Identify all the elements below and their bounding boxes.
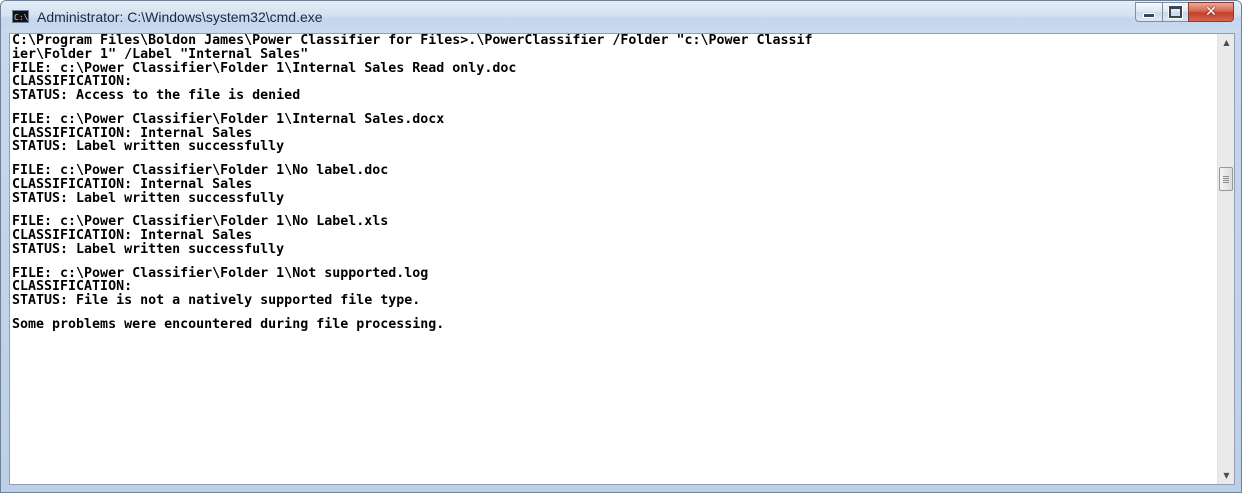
maximize-icon	[1169, 6, 1182, 18]
caption-buttons: ✕	[1135, 2, 1234, 22]
console-line: FILE: c:\Power Classifier\Folder 1\Inter…	[12, 60, 517, 76]
console-line: CLASSIFICATION: Internal Sales	[12, 228, 253, 243]
console-line: STATUS: File is not a natively supported…	[12, 293, 421, 308]
console-line: FILE: c:\Power Classifier\Folder 1\Not s…	[12, 265, 429, 281]
close-icon: ✕	[1205, 4, 1217, 20]
console-line: Some problems were encountered during fi…	[12, 316, 445, 332]
console-line: C:\Program Files\Boldon James\Power Clas…	[12, 34, 813, 48]
console-line: CLASSIFICATION:	[12, 74, 133, 90]
console-line: STATUS: Label written successfully	[12, 139, 285, 155]
scroll-up-arrow-icon[interactable]: ▲	[1218, 34, 1234, 51]
grip-line	[1223, 180, 1229, 181]
cmd-window: C:\. Administrator: C:\Windows\system32\…	[0, 0, 1242, 493]
console-line: CLASSIFICATION: Internal Sales	[12, 176, 253, 192]
grip-line	[1223, 182, 1229, 183]
grip-line	[1223, 178, 1229, 179]
window-title: Administrator: C:\Windows\system32\cmd.e…	[37, 9, 323, 25]
scroll-down-arrow-icon[interactable]: ▼	[1218, 467, 1234, 484]
grip-line	[1223, 176, 1229, 177]
minimize-icon	[1143, 13, 1155, 18]
console-line: ier\Folder 1" /Label "Internal Sales"	[12, 46, 309, 62]
console-output[interactable]: C:\Program Files\Boldon James\Power Clas…	[10, 34, 1216, 484]
console-line: STATUS: Access to the file is denied	[12, 88, 301, 103]
vertical-scrollbar[interactable]: ▲ ▼	[1217, 34, 1234, 484]
scroll-thumb[interactable]	[1219, 167, 1233, 191]
console-line: FILE: c:\Power Classifier\Folder 1\No La…	[12, 214, 389, 230]
title-bar[interactable]: C:\. Administrator: C:\Windows\system32\…	[1, 1, 1241, 33]
maximize-button[interactable]	[1162, 2, 1188, 22]
console-line: FILE: c:\Power Classifier\Folder 1\No la…	[12, 163, 389, 178]
console-line: FILE: c:\Power Classifier\Folder 1\Inter…	[12, 111, 445, 127]
console-line: STATUS: Label written successfully	[12, 190, 285, 206]
console-icon[interactable]: C:\.	[12, 10, 29, 23]
console-line: STATUS: Label written successfully	[12, 241, 285, 257]
minimize-button[interactable]	[1135, 2, 1162, 22]
close-button[interactable]: ✕	[1188, 2, 1234, 22]
console-client-area[interactable]: C:\Program Files\Boldon James\Power Clas…	[9, 33, 1235, 485]
console-line: CLASSIFICATION:	[12, 279, 133, 295]
